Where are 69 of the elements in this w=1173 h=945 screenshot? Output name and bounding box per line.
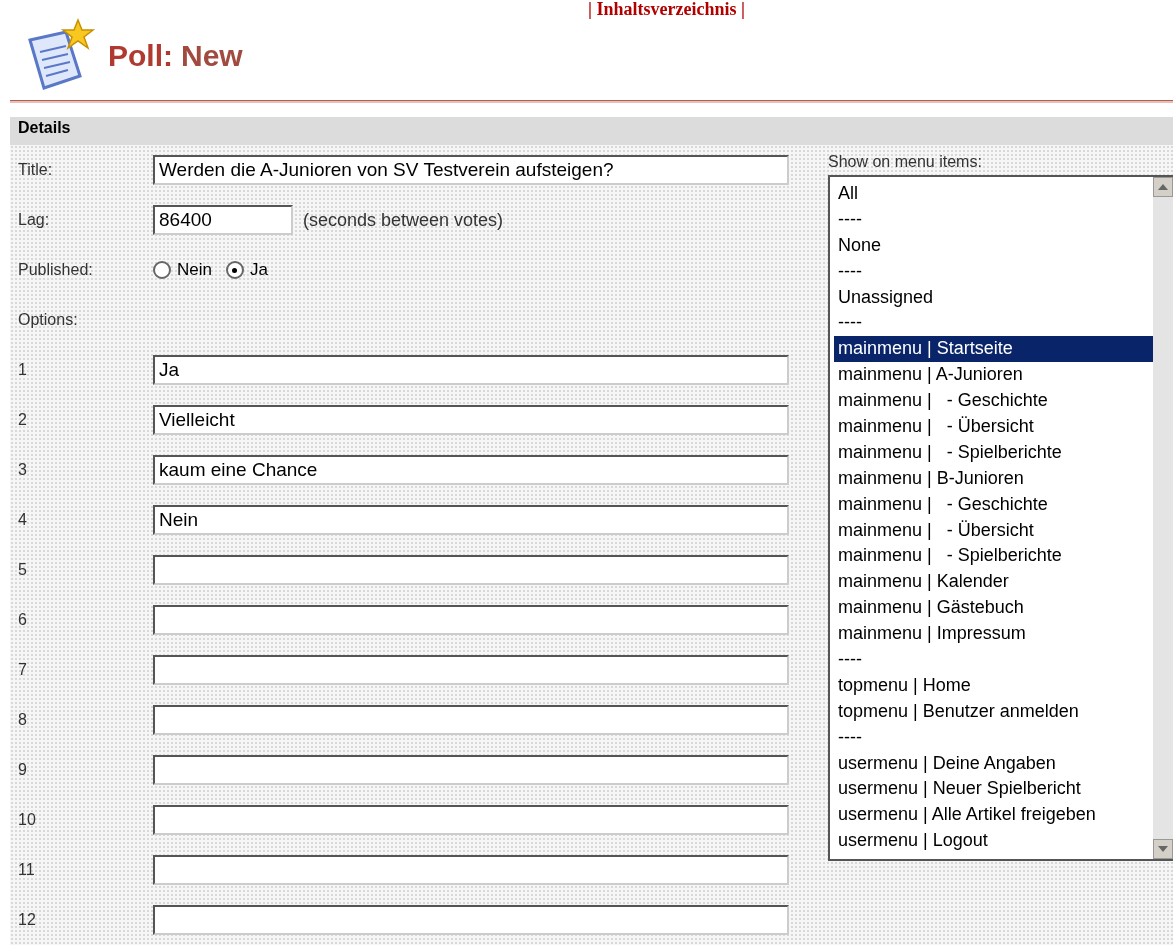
list-item[interactable]: usermenu | Neuer Spielbericht	[834, 776, 1153, 803]
list-item[interactable]: mainmenu | - Geschichte	[834, 491, 1153, 518]
list-item[interactable]: mainmenu | - Spielberichte	[834, 439, 1153, 466]
list-item[interactable]: mainmenu | B-Junioren	[834, 465, 1153, 492]
list-item[interactable]: usermenu | Alle Artikel freigeben	[834, 802, 1153, 829]
radio-label: Ja	[249, 260, 268, 280]
field-label: Options:	[18, 311, 79, 329]
menu-items-label: Show on menu items:	[828, 153, 983, 171]
list-item[interactable]: mainmenu | Kalender	[834, 569, 1153, 596]
section-heading: Details	[10, 117, 1173, 145]
option-number: 8	[18, 711, 28, 729]
option-number: 9	[18, 761, 28, 779]
list-item[interactable]: mainmenu | Gästebuch	[834, 595, 1153, 622]
field-label: Published:	[18, 261, 94, 279]
list-item[interactable]: mainmenu | - Übersicht	[834, 414, 1153, 440]
option-input[interactable]: kaum eine Chance	[153, 455, 789, 485]
list-item[interactable]: mainmenu | - Geschichte	[834, 388, 1153, 414]
option-number: 10	[18, 811, 37, 829]
list-item[interactable]: All	[834, 181, 1153, 207]
table-of-contents-link[interactable]: | Inhaltsverzeichnis |	[588, 0, 745, 18]
option-number: 4	[18, 511, 28, 529]
option-input[interactable]	[153, 555, 789, 585]
list-item[interactable]: mainmenu | Startseite	[834, 336, 1153, 363]
list-item[interactable]: ----	[834, 206, 1153, 233]
list-item[interactable]: usermenu | Deine Angaben	[834, 750, 1153, 777]
option-input[interactable]	[153, 755, 789, 785]
option-number: 5	[18, 561, 28, 579]
option-input[interactable]: Vielleicht	[153, 405, 789, 435]
list-item[interactable]: topmenu | Home	[834, 672, 1153, 699]
down-arrow-icon[interactable]	[1158, 846, 1168, 852]
radio-button[interactable]	[225, 261, 244, 279]
scrollbar[interactable]	[1153, 177, 1173, 859]
title-input[interactable]: Werden die A-Junioren von SV Testverein aufsteigen?	[153, 155, 789, 185]
list-item[interactable]: mainmenu | A-Junioren	[834, 362, 1153, 389]
list-item[interactable]: None	[834, 232, 1153, 259]
option-number: 2	[18, 411, 28, 429]
menu-items-listbox[interactable]	[828, 175, 1173, 861]
option-number: 6	[18, 611, 28, 629]
list-item[interactable]: ----	[834, 724, 1153, 751]
option-input[interactable]: Nein	[153, 505, 789, 535]
field-label: Lag:	[18, 211, 51, 229]
option-input[interactable]	[153, 705, 789, 735]
option-input[interactable]	[153, 905, 789, 935]
option-number: 12	[18, 911, 37, 929]
option-input[interactable]	[153, 655, 789, 685]
list-item[interactable]: ----	[834, 647, 1153, 673]
list-item[interactable]: Unassigned	[834, 284, 1153, 311]
option-number: 3	[18, 461, 28, 479]
up-arrow-icon[interactable]	[1158, 184, 1168, 190]
option-number: 1	[18, 361, 28, 379]
radio-label: Nein	[177, 260, 212, 280]
option-input[interactable]	[153, 805, 789, 835]
list-item[interactable]: mainmenu | Impressum	[834, 621, 1153, 648]
list-item[interactable]: ----	[834, 258, 1153, 285]
radio-button[interactable]	[153, 261, 171, 279]
option-number: 11	[18, 861, 36, 879]
option-number: 7	[18, 661, 28, 679]
list-item[interactable]: mainmenu | - Übersicht	[834, 517, 1153, 544]
page-title: Poll: New	[108, 39, 243, 73]
field-hint: (seconds between votes)	[303, 209, 504, 231]
list-item[interactable]: topmenu | Benutzer anmelden	[834, 698, 1153, 725]
option-input[interactable]	[153, 605, 789, 635]
list-item[interactable]: mainmenu | - Spielberichte	[834, 543, 1153, 570]
list-item[interactable]: ----	[834, 310, 1153, 337]
list-item[interactable]: usermenu | Logout	[834, 828, 1153, 855]
option-input[interactable]: Ja	[153, 355, 789, 385]
lag-input[interactable]: 86400	[153, 205, 293, 235]
option-input[interactable]	[153, 855, 789, 885]
field-label: Title:	[18, 161, 54, 179]
